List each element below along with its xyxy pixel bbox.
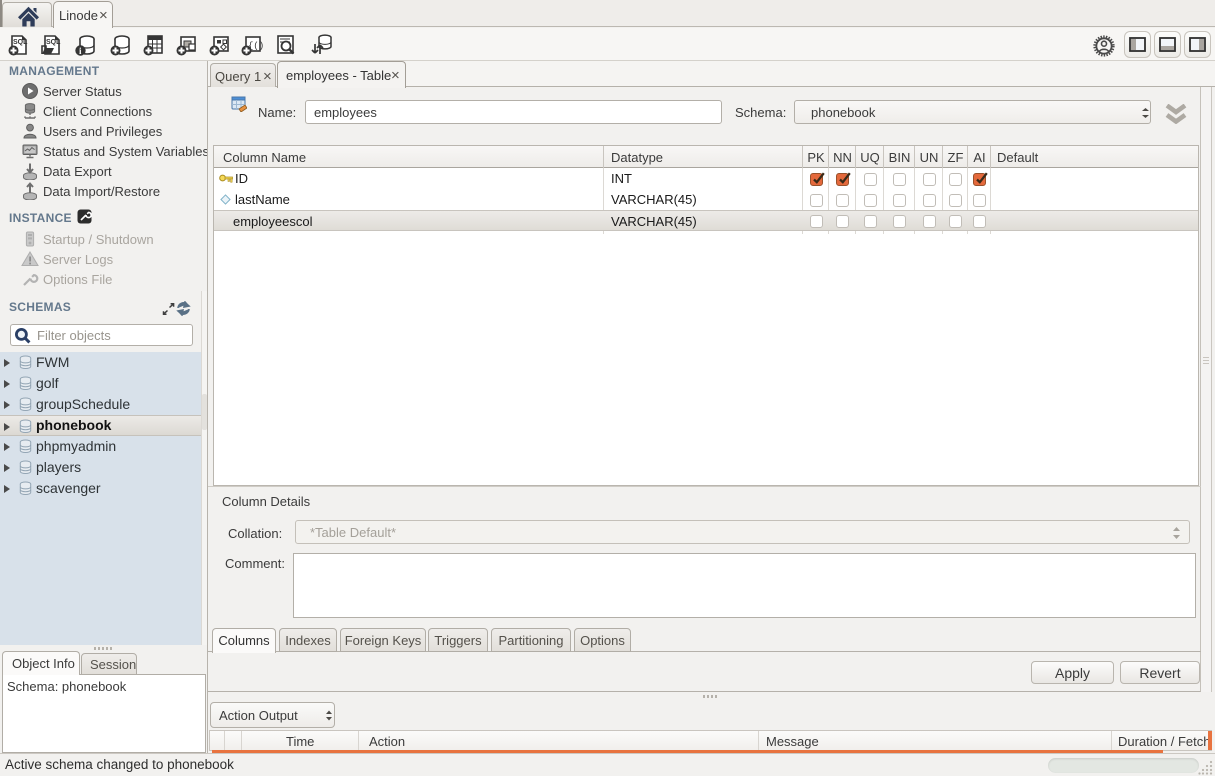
svg-text:SQL: SQL xyxy=(46,39,61,46)
svg-text:SQL: SQL xyxy=(13,39,28,46)
